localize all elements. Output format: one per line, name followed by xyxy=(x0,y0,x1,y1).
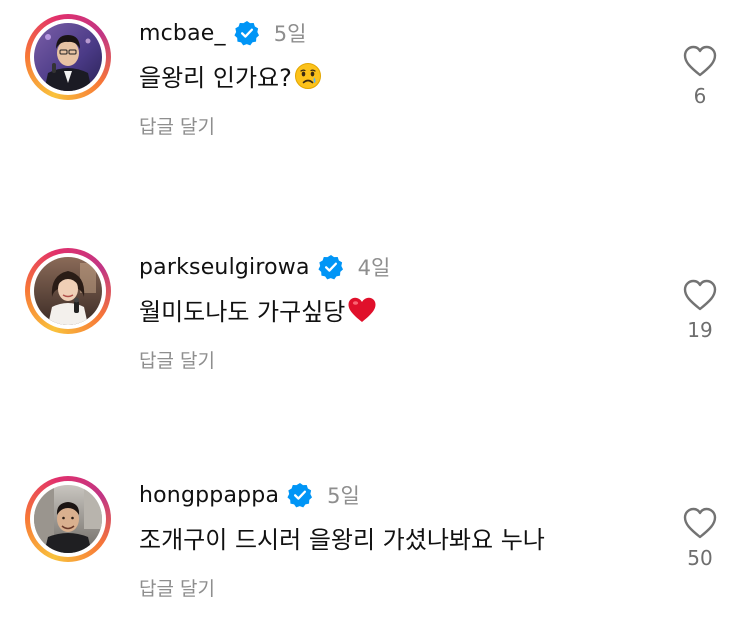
avatar[interactable] xyxy=(25,14,111,100)
avatar[interactable] xyxy=(25,248,111,334)
like-button[interactable] xyxy=(682,44,718,78)
comment-item: parkseulgirowa 4일 월미도나도 가구싶당 답글 달기 19 xyxy=(0,248,755,372)
comment-body: 을왕리 인가요? xyxy=(139,64,292,92)
red-heart-emoji-icon xyxy=(347,296,376,324)
comment-text: 조개구이 드시러 을왕리 가셨나봐요 누나 xyxy=(139,520,545,555)
comment-item: hongppappa 5일 조개구이 드시러 을왕리 가셨나봐요 누나 답글 달… xyxy=(0,476,755,600)
crying-face-emoji-icon xyxy=(294,62,322,90)
verified-badge-icon xyxy=(318,254,344,280)
comment-body: 월미도나도 가구싶당 xyxy=(139,298,346,326)
like-count: 6 xyxy=(693,84,707,108)
like-button[interactable] xyxy=(682,506,718,540)
comment-time: 4일 xyxy=(357,256,391,280)
verified-badge-icon xyxy=(287,482,313,508)
comment-item: mcbae_ 5일 을왕리 인가요? 답글 달기 6 xyxy=(0,14,755,138)
comment-text: 을왕리 인가요? xyxy=(139,58,322,93)
username-link[interactable]: hongppappa xyxy=(139,483,279,508)
username-link[interactable]: parkseulgirowa xyxy=(139,255,310,280)
heart-outline-icon xyxy=(683,279,717,311)
heart-outline-icon xyxy=(683,507,717,539)
comment-text: 월미도나도 가구싶당 xyxy=(139,292,376,327)
reply-button[interactable]: 답글 달기 xyxy=(139,346,215,373)
username-link[interactable]: mcbae_ xyxy=(139,21,226,46)
comment-header: parkseulgirowa 4일 xyxy=(139,252,390,282)
reply-button[interactable]: 답글 달기 xyxy=(139,574,215,601)
like-count: 19 xyxy=(687,318,713,342)
comment-time: 5일 xyxy=(327,484,360,508)
like-count: 50 xyxy=(687,546,713,570)
heart-outline-icon xyxy=(683,45,717,77)
avatar[interactable] xyxy=(25,476,111,562)
comment-body: 조개구이 드시러 을왕리 가셨나봐요 누나 xyxy=(139,526,545,554)
verified-badge-icon xyxy=(234,20,260,46)
reply-button[interactable]: 답글 달기 xyxy=(139,112,215,139)
comment-time: 5일 xyxy=(273,22,307,46)
like-button[interactable] xyxy=(682,278,718,312)
comment-header: hongppappa 5일 xyxy=(139,480,360,510)
comment-header: mcbae_ 5일 xyxy=(139,18,306,48)
